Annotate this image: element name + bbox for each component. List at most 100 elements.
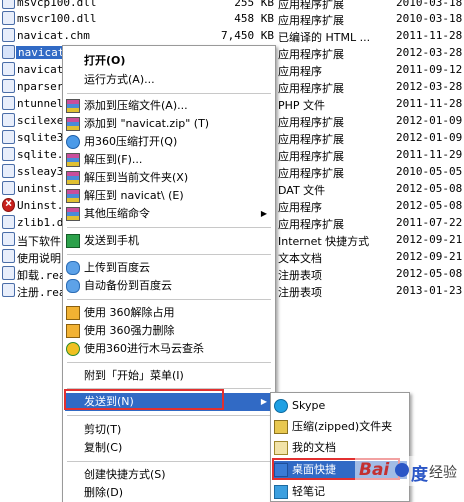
- baidu-cloud-icon: [66, 261, 80, 275]
- watermark-du: 度: [411, 465, 428, 485]
- menu-label: Skype: [292, 399, 326, 412]
- file-date: 2012-03-28: [396, 46, 463, 59]
- menu-separator: [67, 299, 271, 300]
- file-date: 2012-05-08: [396, 199, 463, 212]
- context-menu: 打开(O) 运行方式(A)... 添加到压缩文件(A)... 添加到 "navi…: [62, 45, 276, 502]
- menu-item-pin-start[interactable]: 附到「开始」菜单(I): [65, 367, 273, 385]
- registry-file-icon: [2, 283, 15, 297]
- file-date: 2012-01-09: [396, 131, 463, 144]
- submenu-item-skype[interactable]: Skype: [273, 397, 407, 415]
- file-type: 应用程序扩展: [278, 82, 344, 95]
- submenu-item-zip-folder[interactable]: 压缩(zipped)文件夹: [273, 418, 407, 436]
- dll-file-icon: [2, 45, 15, 59]
- dll-file-icon: [2, 215, 15, 229]
- file-name: 卸载.rea: [17, 269, 66, 282]
- file-date: 2011-11-29: [396, 148, 463, 161]
- file-type: DAT 文件: [278, 184, 326, 197]
- menu-item-send-to-phone[interactable]: 发送到手机: [65, 232, 273, 250]
- uninstall-icon: [2, 196, 15, 212]
- menu-item-copy[interactable]: 复制(C): [65, 439, 273, 457]
- phone-icon: [66, 234, 80, 248]
- submenu-item-my-documents[interactable]: 我的文档: [273, 439, 407, 457]
- file-type: Internet 快捷方式: [278, 235, 370, 248]
- file-name: Uninst.: [17, 199, 64, 212]
- file-row[interactable]: navicat.chm 7,450 KB 已编译的 HTML ... 2011-11-…: [0, 27, 464, 44]
- file-row[interactable]: msvcp100.dll 255 KB 应用程序扩展 2010-03-18: [0, 0, 464, 11]
- menu-item-trojan-scan-360[interactable]: 使用360进行木马云查杀: [65, 340, 273, 358]
- php-file-icon: [2, 96, 15, 110]
- menu-label: 添加到压缩文件(A)...: [84, 99, 188, 112]
- dll-file-icon: [2, 79, 15, 93]
- dll-file-icon: [2, 0, 15, 9]
- menu-label: 轻笔记: [292, 485, 325, 498]
- menu-item-extract-to[interactable]: 解压到(F)...: [65, 151, 273, 169]
- menu-separator: [67, 461, 271, 462]
- internet-shortcut-icon: [2, 232, 15, 246]
- menu-label: 其他压缩命令: [84, 207, 150, 220]
- file-size: 255 KB: [234, 0, 274, 9]
- menu-item-force-delete-360[interactable]: 使用 360强力删除: [65, 322, 273, 340]
- menu-label: 运行方式(A)...: [84, 73, 155, 86]
- watermark-bai: Bai: [359, 460, 390, 480]
- menu-item-extract-to-navicat[interactable]: 解压到 navicat\ (E): [65, 187, 273, 205]
- send-to-highlight-box: [64, 389, 224, 410]
- file-type: 应用程序扩展: [278, 167, 344, 180]
- file-date: 2010-03-18: [396, 12, 463, 25]
- menu-item-add-to-zip[interactable]: 添加到 "navicat.zip" (T): [65, 115, 273, 133]
- file-type: 应用程序扩展: [278, 116, 344, 129]
- file-size: 458 KB: [234, 12, 274, 25]
- menu-label: 发送到手机: [84, 234, 139, 247]
- winrar-icon: [66, 153, 80, 167]
- file-name: 当下软件: [17, 235, 61, 248]
- menu-label: 压缩(zipped)文件夹: [292, 420, 393, 433]
- menu-label: 使用 360解除占用: [84, 306, 175, 319]
- file-date: 2012-01-09: [396, 114, 463, 127]
- menu-separator: [67, 362, 271, 363]
- menu-item-cut[interactable]: 剪切(T): [65, 421, 273, 439]
- menu-item-open-360zip[interactable]: 用360压缩打开(Q): [65, 133, 273, 151]
- file-type: PHP 文件: [278, 99, 326, 112]
- menu-item-upload-baidu[interactable]: 上传到百度云: [65, 259, 273, 277]
- file-name: msvcr100.dll: [17, 12, 97, 25]
- file-type: 应用程序: [278, 201, 322, 214]
- text-file-icon: [2, 249, 15, 263]
- dll-file-icon: [2, 164, 15, 178]
- file-date: 2011-11-28: [396, 97, 463, 110]
- winrar-icon: [66, 117, 80, 131]
- menu-label: 解压到(F)...: [84, 153, 143, 166]
- file-date: 2011-09-12: [396, 63, 463, 76]
- file-date: 2012-03-28: [396, 80, 463, 93]
- app-file-icon: [2, 62, 15, 76]
- file-date: 2012-09-21: [396, 250, 463, 263]
- file-date: 2010-03-18: [396, 0, 463, 9]
- menu-item-other-commands[interactable]: 其他压缩命令 ▶: [65, 205, 273, 223]
- menu-item-run-as[interactable]: 运行方式(A)...: [65, 71, 273, 89]
- dll-file-icon: [2, 147, 15, 161]
- file-name: 注册.rea: [17, 286, 66, 299]
- skype-icon: [274, 399, 288, 413]
- winrar-icon: [66, 207, 80, 221]
- menu-item-create-shortcut[interactable]: 创建快捷方式(S): [65, 466, 273, 484]
- file-name: navicat: [17, 63, 64, 76]
- menu-item-add-archive[interactable]: 添加到压缩文件(A)...: [65, 97, 273, 115]
- file-size: 7,450 KB: [221, 29, 274, 42]
- menu-item-unlock-360[interactable]: 使用 360解除占用: [65, 304, 273, 322]
- menu-item-open[interactable]: 打开(O): [65, 52, 273, 70]
- winrar-icon: [66, 171, 80, 185]
- menu-label: 添加到 "navicat.zip" (T): [84, 117, 210, 130]
- menu-item-delete[interactable]: 删除(D): [65, 484, 273, 502]
- 360zip-icon: [66, 135, 80, 149]
- dll-file-icon: [2, 130, 15, 144]
- submenu-arrow-icon: ▶: [260, 397, 267, 406]
- menu-label: 解压到当前文件夹(X): [84, 171, 189, 184]
- menu-separator: [67, 93, 271, 94]
- zip-folder-icon: [274, 420, 288, 434]
- menu-item-extract-here[interactable]: 解压到当前文件夹(X): [65, 169, 273, 187]
- menu-item-auto-backup-baidu[interactable]: 自动备份到百度云: [65, 277, 273, 295]
- dll-file-icon: [2, 113, 15, 127]
- menu-label: 附到「开始」菜单(I): [84, 369, 184, 382]
- file-row[interactable]: msvcr100.dll 458 KB 应用程序扩展 2010-03-18: [0, 10, 464, 27]
- notes-icon: [274, 485, 288, 499]
- file-name: navicat.chm: [17, 29, 90, 42]
- file-type: 文本文档: [278, 252, 322, 265]
